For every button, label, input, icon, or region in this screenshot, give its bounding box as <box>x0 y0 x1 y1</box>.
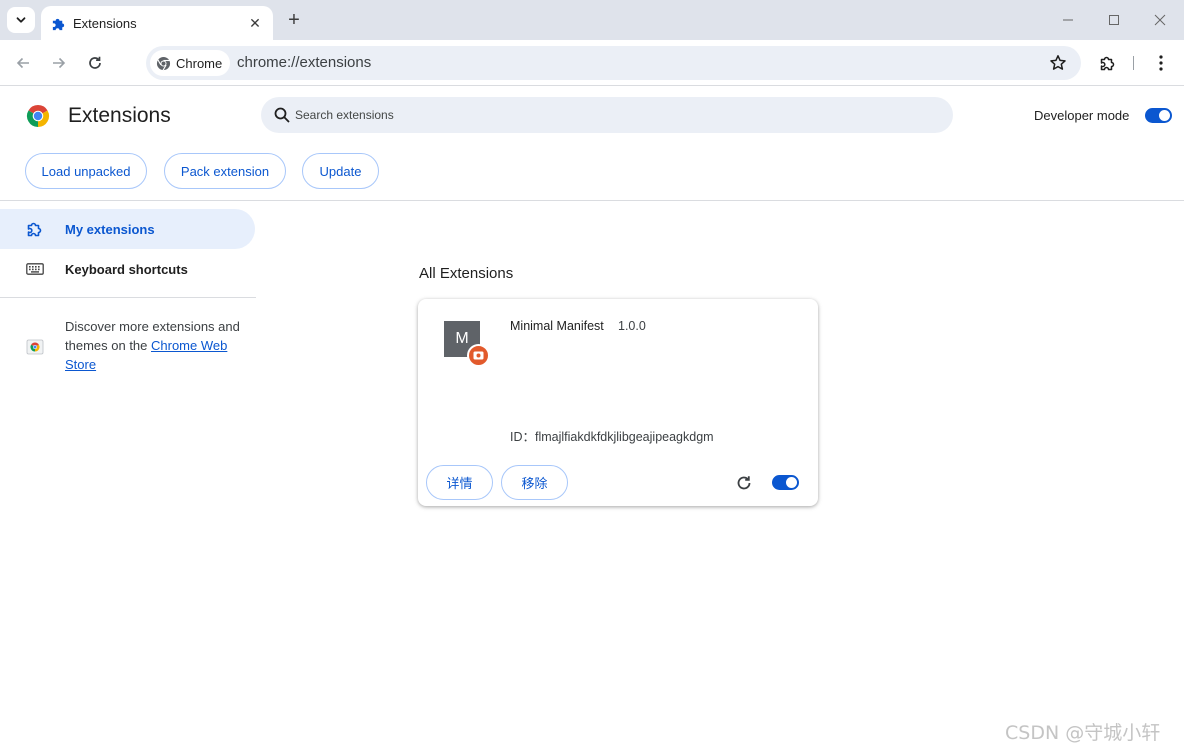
search-bar[interactable] <box>261 97 953 133</box>
tab-extensions[interactable]: Extensions ✕ <box>41 6 273 40</box>
sidebar-item-keyboard-shortcuts[interactable]: Keyboard shortcuts <box>0 249 255 289</box>
sidebar-item-my-extensions[interactable]: My extensions <box>0 209 255 249</box>
back-button[interactable] <box>11 51 35 75</box>
chrome-menu-button[interactable] <box>1149 51 1173 75</box>
tab-strip: Extensions ✕ + <box>0 0 1184 40</box>
search-icon <box>274 107 290 123</box>
extension-icon-letter: M <box>455 330 469 347</box>
search-input[interactable] <box>295 97 935 133</box>
reload-icon <box>89 56 101 69</box>
toggle-knob <box>786 477 797 488</box>
developer-mode-label: Developer mode <box>1034 108 1130 123</box>
sidebar-item-label: My extensions <box>65 221 155 237</box>
extension-card: M Minimal Manifest 1.0.0 ID：flmajlfiakdk… <box>418 299 818 506</box>
forward-button[interactable] <box>47 51 71 75</box>
maximize-icon <box>1109 15 1119 25</box>
sidebar-divider <box>0 297 256 298</box>
reload-button[interactable] <box>83 51 107 75</box>
keyboard-icon <box>25 259 45 279</box>
extension-version: 1.0.0 <box>618 319 646 333</box>
toggle-knob <box>1159 110 1170 121</box>
arrow-right-icon <box>53 57 66 69</box>
close-tab-icon[interactable]: ✕ <box>245 13 265 33</box>
new-tab-button[interactable]: + <box>282 8 306 32</box>
address-bar[interactable]: Chrome chrome://extensions <box>146 46 1081 80</box>
page-title: Extensions <box>68 104 171 127</box>
chrome-logo-icon <box>156 56 171 70</box>
close-icon <box>1154 14 1166 26</box>
section-title: All Extensions <box>419 265 514 282</box>
chrome-logo-icon <box>26 105 50 127</box>
update-button[interactable]: Update <box>302 153 379 189</box>
more-vert-icon <box>1159 55 1163 71</box>
chevron-down-icon <box>16 17 26 23</box>
watermark: CSDN @守城小轩 <box>1005 722 1161 744</box>
extension-name: Minimal Manifest <box>510 319 604 333</box>
pack-extension-button[interactable]: Pack extension <box>164 153 286 189</box>
bookmark-star-icon[interactable] <box>1049 54 1067 72</box>
sidebar-item-label: Keyboard shortcuts <box>65 261 188 277</box>
puzzle-icon <box>50 15 66 31</box>
maximize-button[interactable] <box>1100 8 1128 32</box>
details-button[interactable]: 详情 <box>426 465 493 500</box>
minimize-icon <box>1063 19 1073 21</box>
tab-title: Extensions <box>73 15 137 31</box>
load-unpacked-button[interactable]: Load unpacked <box>25 153 147 189</box>
extensions-header: Extensions Developer mode Load unpacked … <box>0 87 1184 201</box>
minimize-button[interactable] <box>1054 8 1082 32</box>
puzzle-icon <box>1100 56 1115 71</box>
extension-id: ID：flmajlfiakdkfdkjlibgeajipeagkdgm <box>510 430 714 444</box>
toolbar-divider <box>1133 56 1134 70</box>
url-text[interactable]: chrome://extensions <box>237 54 371 71</box>
arrow-left-icon <box>16 57 29 69</box>
web-store-icon <box>26 339 44 355</box>
developer-mode-toggle[interactable] <box>1145 108 1172 123</box>
puzzle-icon <box>25 219 45 239</box>
browser-toolbar: Chrome chrome://extensions <box>0 40 1184 86</box>
tab-search-button[interactable] <box>7 7 35 33</box>
unpacked-badge-icon <box>467 344 490 367</box>
reload-extension-icon[interactable] <box>735 474 753 492</box>
extension-enable-toggle[interactable] <box>772 475 799 490</box>
extensions-menu-button[interactable] <box>1096 51 1120 75</box>
chip-label: Chrome <box>176 55 223 71</box>
web-store-promo: Discover more extensions and themes on t… <box>65 317 245 374</box>
remove-button[interactable]: 移除 <box>501 465 568 500</box>
site-info-chip[interactable]: Chrome <box>150 50 231 76</box>
close-window-button[interactable] <box>1146 8 1174 32</box>
